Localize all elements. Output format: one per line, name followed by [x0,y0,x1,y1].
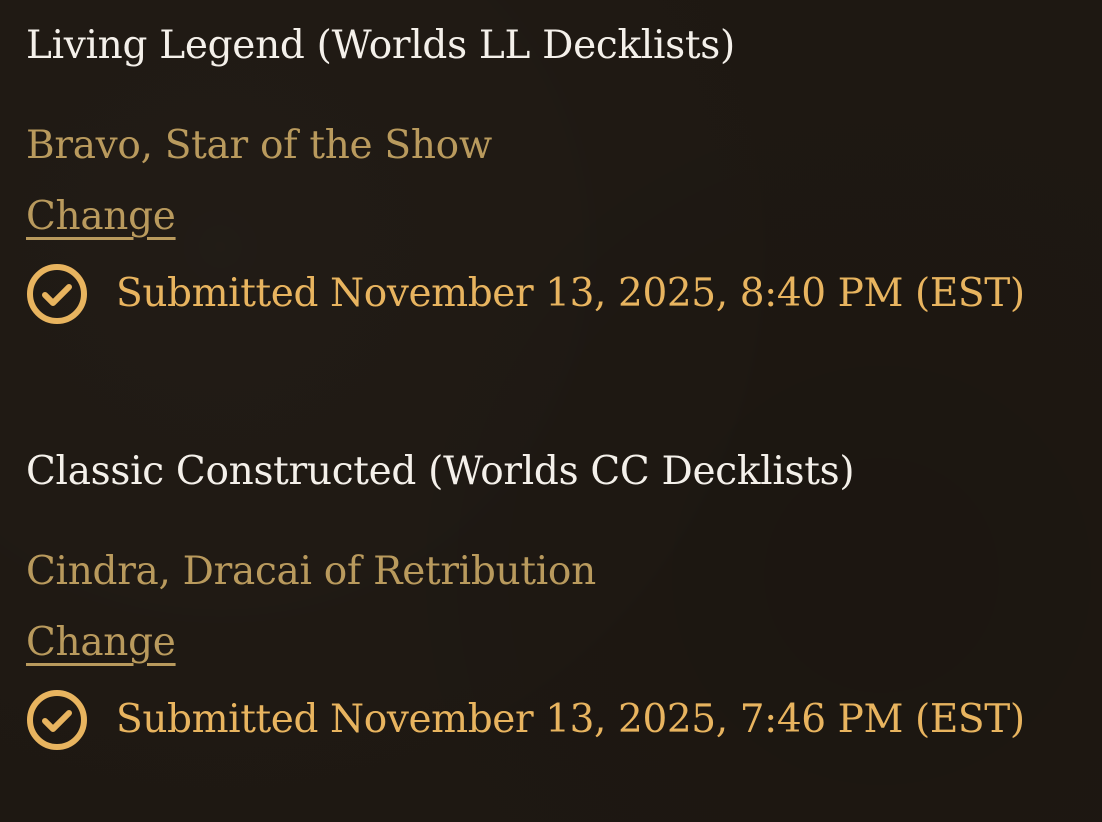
submission-status: Submitted November 13, 2025, 7:46 PM (ES… [26,689,1076,751]
format-title: Living Legend (Worlds LL Decklists) [26,23,735,68]
submission-status: Submitted November 13, 2025, 8:40 PM (ES… [26,263,1076,325]
decklist-section-living-legend: Living Legend (Worlds LL Decklists) Brav… [26,20,1076,325]
submission-status-text: Submitted November 13, 2025, 8:40 PM (ES… [116,271,1025,316]
change-link[interactable]: Change [26,618,176,668]
hero-name: Bravo, Star of the Show [26,123,492,168]
change-link[interactable]: Change [26,192,176,242]
check-circle-icon [26,689,88,751]
format-title: Classic Constructed (Worlds CC Decklists… [26,449,855,494]
check-circle-icon [26,263,88,325]
hero-name: Cindra, Dracai of Retribution [26,549,596,594]
decklist-section-classic-constructed: Classic Constructed (Worlds CC Decklists… [26,446,1076,751]
submission-status-text: Submitted November 13, 2025, 7:46 PM (ES… [116,697,1025,742]
